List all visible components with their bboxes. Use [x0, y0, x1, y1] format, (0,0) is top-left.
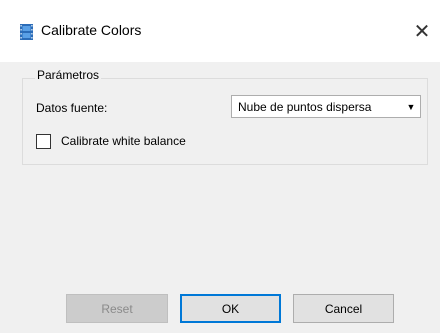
chevron-down-icon: ▼ — [406, 101, 416, 112]
source-data-dropdown[interactable]: Nube de puntos dispersa ▼ — [231, 95, 421, 118]
film-strip-icon — [20, 24, 33, 40]
dialog-body: Parámetros Datos fuente: Nube de puntos … — [0, 62, 440, 333]
calibrate-white-balance-checkbox[interactable] — [36, 133, 51, 149]
close-icon: ✕ — [413, 20, 431, 43]
calibrate-white-balance-label: Calibrate white balance — [61, 134, 186, 148]
parameters-group — [22, 78, 428, 165]
parameters-group-title: Parámetros — [35, 68, 102, 82]
source-data-label: Datos fuente: — [36, 101, 108, 115]
cancel-button[interactable]: Cancel — [293, 294, 394, 323]
close-button[interactable]: ✕ — [404, 16, 440, 46]
calibrate-white-balance-option[interactable]: Calibrate white balance — [36, 132, 186, 150]
ok-button[interactable]: OK — [180, 294, 281, 323]
title-bar: Calibrate Colors ✕ — [0, 0, 440, 62]
window-title: Calibrate Colors — [41, 22, 142, 38]
source-data-value: Nube de puntos dispersa — [238, 99, 372, 114]
reset-button[interactable]: Reset — [66, 294, 168, 323]
